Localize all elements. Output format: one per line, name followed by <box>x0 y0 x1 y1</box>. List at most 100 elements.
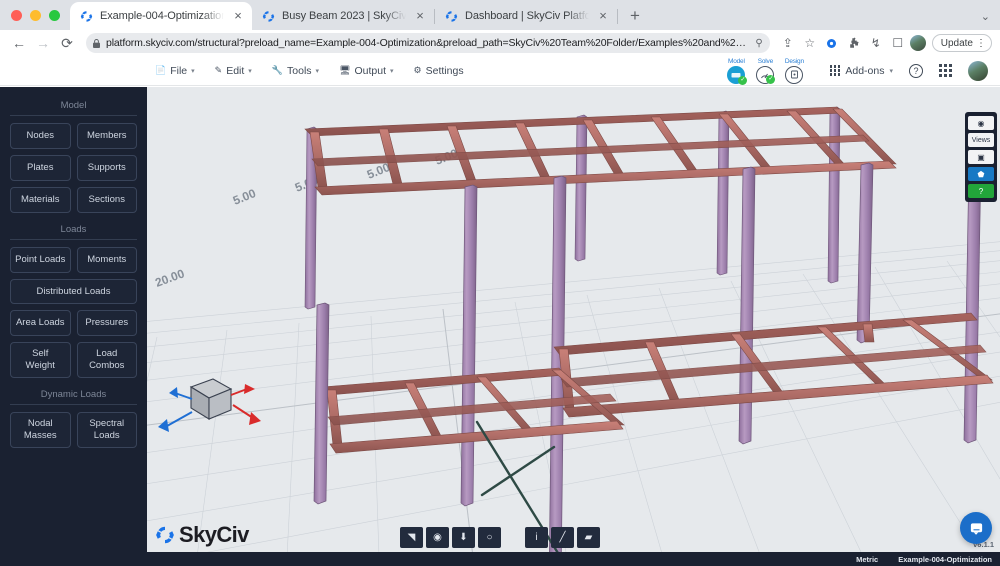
wrench-icon: 🔧 <box>271 65 284 75</box>
column-left-outer[interactable] <box>313 302 330 505</box>
sidebar-item-pressures[interactable]: Pressures <box>76 310 137 337</box>
workflow-steps: Model ✓ Solve ✓ Design <box>723 58 808 85</box>
tab-close-button[interactable]: × <box>413 9 427 23</box>
profile-avatar[interactable] <box>909 35 926 51</box>
download-icon[interactable]: ↯ <box>866 33 886 53</box>
addons-menu[interactable]: Add-ons ▾ <box>829 65 893 77</box>
pencil-icon[interactable]: ╱ <box>551 527 574 548</box>
chevron-down-icon: ▾ <box>889 67 893 75</box>
render-3d-icon[interactable]: ⬟ <box>968 167 994 181</box>
workflow-step-solve[interactable]: Solve ✓ <box>752 58 779 84</box>
chat-glyph-icon <box>970 522 982 535</box>
status-project-name: Example-004-Optimization <box>898 554 992 564</box>
sidebar-row: Area Loads Pressures <box>10 310 137 337</box>
help-pin-icon[interactable]: ? <box>968 184 994 198</box>
tab-close-button[interactable]: × <box>231 9 245 23</box>
minimize-window-button[interactable] <box>30 10 41 21</box>
low-beam-back[interactable] <box>321 367 566 396</box>
update-label: Update <box>940 37 973 49</box>
step-complete-check-icon: ✓ <box>766 74 776 84</box>
roof-beam-front[interactable] <box>314 160 897 196</box>
menu-output[interactable]: 🖥 Output ▾ <box>339 65 393 77</box>
sidebar-item-plates[interactable]: Plates <box>10 154 71 181</box>
sidebar-item-supports[interactable]: Supports <box>76 154 137 181</box>
download-arrow-icon[interactable]: ⬇ <box>452 527 475 548</box>
tab-list-chevron-down-icon[interactable]: ⌄ <box>981 10 1000 30</box>
sidebar-item-sections[interactable]: Sections <box>76 186 137 213</box>
puzzle-extensions-icon[interactable] <box>844 33 864 53</box>
tab-divider <box>617 9 618 24</box>
back-arrow-icon[interactable]: ← <box>8 32 30 54</box>
apps-grid-icon[interactable] <box>939 64 952 77</box>
sidebar-heading-dynamic-loads: Dynamic Loads <box>10 384 137 405</box>
tab-close-button[interactable]: × <box>596 9 610 23</box>
browser-tab-1[interactable]: Example-004-Optimization | SkyCiv Struct… <box>70 2 252 30</box>
info-icon[interactable]: i <box>525 527 548 548</box>
sidebar-item-members[interactable]: Members <box>76 123 137 149</box>
search-icon[interactable]: ⚲ <box>755 38 762 49</box>
view-orientation-cube[interactable] <box>158 378 261 432</box>
app-menu-bar: 📄 File ▾ ✎ Edit ▾ 🔧 Tools ▾ 🖥 Output ▾ ⚙ <box>0 56 1000 86</box>
layers-icon[interactable]: ◥ <box>400 527 423 548</box>
structural-frame[interactable] <box>304 106 994 552</box>
menu-file[interactable]: 📄 File ▾ <box>155 65 195 77</box>
grid-label-5a: 5.00 <box>231 186 258 208</box>
sidebar-item-spectral-loads[interactable]: Spectral Loads <box>76 412 137 448</box>
help-icon[interactable]: ? <box>909 63 923 78</box>
sidebar-row: Point Loads Moments <box>10 246 137 273</box>
workflow-step-design[interactable]: Design <box>781 58 808 84</box>
forward-arrow-icon[interactable]: → <box>32 32 54 54</box>
roof-beam-mid[interactable] <box>311 134 870 167</box>
eye-icon[interactable]: ◉ <box>426 527 449 548</box>
close-window-button[interactable] <box>11 10 22 21</box>
address-bar[interactable]: platform.skyciv.com/structural?preload_n… <box>86 33 770 53</box>
new-tab-button[interactable]: + <box>622 3 648 29</box>
visibility-eye-icon[interactable]: ◉ <box>968 116 994 130</box>
menu-settings[interactable]: ⚙ Settings <box>414 65 464 77</box>
mid-beam-back[interactable] <box>553 312 978 356</box>
grid-label-20: 20.00 <box>153 266 186 290</box>
bulb-icon[interactable]: ○ <box>478 527 501 548</box>
side-panel-icon[interactable]: ☐ <box>888 33 908 53</box>
workflow-step-model[interactable]: Model ✓ <box>723 58 750 85</box>
sidebar-item-nodal-masses[interactable]: Nodal Masses <box>10 412 71 448</box>
sidebar-item-area-loads[interactable]: Area Loads <box>10 310 71 337</box>
design-step-icon <box>785 65 804 84</box>
sidebar-item-self-weight[interactable]: Self Weight <box>10 342 71 378</box>
sidebar-item-point-loads[interactable]: Point Loads <box>10 246 71 273</box>
reload-icon[interactable]: ⟳ <box>56 32 78 54</box>
sidebar-item-distributed-loads[interactable]: Distributed Loads <box>10 278 137 305</box>
extension-blue-icon[interactable] <box>822 33 842 53</box>
sidebar-item-nodes[interactable]: Nodes <box>10 123 71 149</box>
chevron-down-icon: ▾ <box>390 67 394 75</box>
user-avatar[interactable] <box>968 60 988 81</box>
bookmark-star-icon[interactable]: ☆ <box>800 33 820 53</box>
browser-menu-icon[interactable]: ⋮ <box>976 38 986 49</box>
skyciv-logo: SkyCiv <box>155 522 249 548</box>
menu-tools[interactable]: 🔧 Tools ▾ <box>272 65 319 77</box>
sidebar-item-moments[interactable]: Moments <box>76 246 137 273</box>
camera-icon[interactable]: ▣ <box>968 150 994 164</box>
browser-window: Example-004-Optimization | SkyCiv Struct… <box>0 0 1000 566</box>
share-icon[interactable]: ⇪ <box>778 33 798 53</box>
browser-tab-2[interactable]: Busy Beam 2023 | SkyCiv Beam × <box>252 2 434 30</box>
chat-bubble-icon[interactable] <box>960 512 992 544</box>
sidebar-row: Self Weight Load Combos <box>10 342 137 378</box>
menu-edit[interactable]: ✎ Edit ▾ <box>215 65 252 77</box>
workflow-label: Solve <box>757 57 773 65</box>
maximize-window-button[interactable] <box>49 10 60 21</box>
update-button[interactable]: Update ⋮ <box>931 34 992 52</box>
sidebar-item-load-combos[interactable]: Load Combos <box>76 342 137 378</box>
eraser-icon[interactable]: ▰ <box>577 527 600 548</box>
browser-tab-3[interactable]: Dashboard | SkyCiv Platform × <box>435 2 617 30</box>
structural-model-canvas[interactable]: 20.00 5.00 5.00 5.00 5.00 <box>147 87 1000 552</box>
sidebar-item-materials[interactable]: Materials <box>10 186 71 213</box>
model-viewport-3d[interactable]: 20.00 5.00 5.00 5.00 5.00 <box>147 87 1000 552</box>
low-beam-front[interactable] <box>329 420 624 454</box>
sidebar-row: Plates Supports <box>10 154 137 181</box>
views-button[interactable]: Views <box>968 133 994 147</box>
skyciv-favicon-icon <box>262 10 275 22</box>
model-step-icon: ✓ <box>727 65 748 85</box>
menu-label: Edit <box>226 64 245 77</box>
menu-label: Tools <box>287 64 312 77</box>
